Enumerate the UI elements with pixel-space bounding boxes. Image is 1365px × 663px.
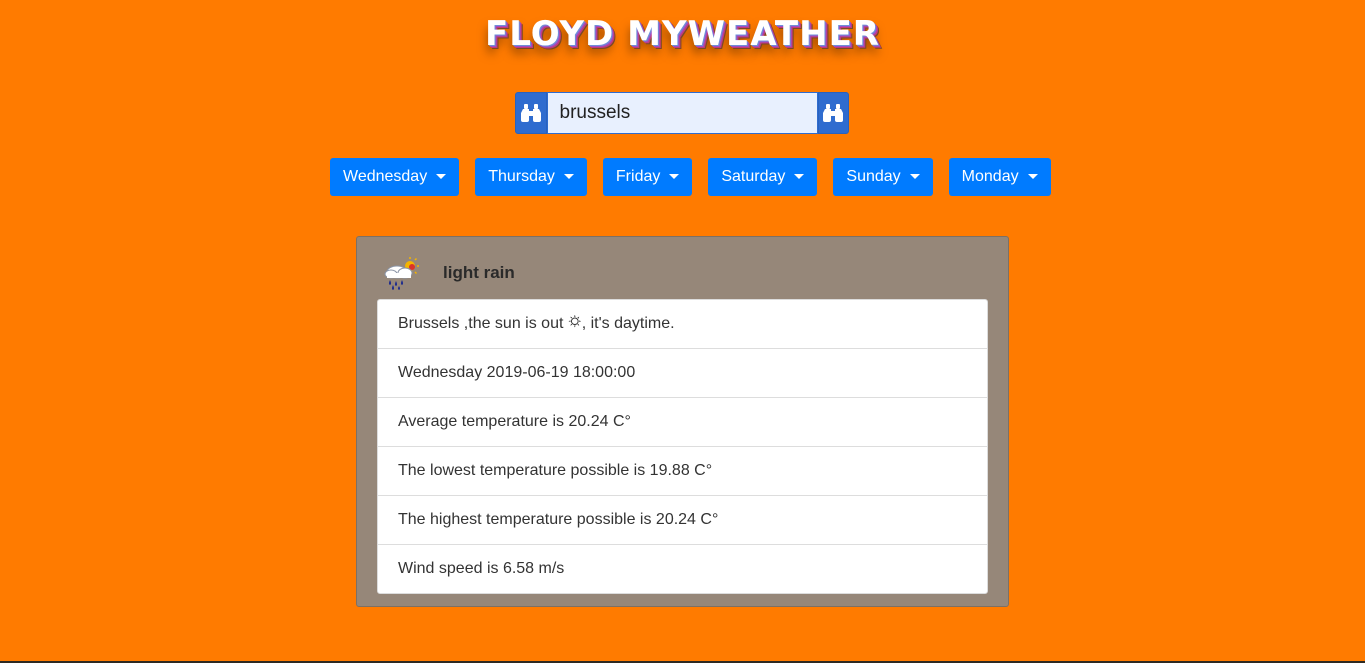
- day-dropdown-thursday[interactable]: Thursday: [475, 158, 587, 196]
- caret-down-icon: [436, 173, 447, 179]
- list-item-wind-speed: Wind speed is 6.58 m/s: [378, 545, 987, 593]
- sun-status-suffix: , it's daytime.: [581, 315, 675, 332]
- day-dropdown-monday[interactable]: Monday: [948, 158, 1051, 196]
- day-label: Saturday: [721, 168, 786, 185]
- list-item-average-temp: Average temperature is 20.24 C°: [378, 398, 987, 447]
- search-input[interactable]: [546, 92, 818, 134]
- search-button-right[interactable]: [817, 92, 849, 134]
- caret-down-icon: [669, 173, 680, 179]
- day-label: Friday: [615, 168, 661, 185]
- day-label: Sunday: [846, 168, 901, 185]
- caret-down-icon: [563, 173, 574, 179]
- wind-speed-text: Wind speed is 6.58 m/s: [398, 560, 565, 577]
- weather-card-header: light rain: [381, 255, 515, 291]
- caret-down-icon: [1027, 173, 1038, 179]
- day-label: Thursday: [488, 168, 555, 185]
- search-bar: [515, 92, 849, 134]
- list-item-lowest-temp: The lowest temperature possible is 19.88…: [378, 447, 987, 496]
- sun-status-text: Brussels ,the sun is out: [398, 315, 568, 332]
- day-dropdowns: Wednesday Thursday Friday Saturday Sunda…: [330, 158, 1051, 196]
- binoculars-icon: [823, 104, 844, 122]
- caret-down-icon: [909, 173, 920, 179]
- weather-description: light rain: [443, 263, 515, 282]
- list-item-datetime: Wednesday 2019-06-19 18:00:00: [378, 349, 987, 398]
- app-title: FLOYD MYWEATHER: [485, 14, 880, 54]
- weather-details-list: Brussels ,the sun is out 🌣 , it's daytim…: [377, 299, 988, 594]
- binoculars-icon: [520, 104, 541, 122]
- day-dropdown-friday[interactable]: Friday: [602, 158, 693, 196]
- weather-card: light rain Brussels ,the sun is out 🌣 , …: [356, 236, 1009, 607]
- average-temp-text: Average temperature is 20.24 C°: [398, 413, 631, 430]
- list-item-highest-temp: The highest temperature possible is 20.2…: [378, 496, 987, 545]
- list-item-sun-status: Brussels ,the sun is out 🌣 , it's daytim…: [378, 300, 987, 349]
- day-dropdown-wednesday[interactable]: Wednesday: [330, 158, 460, 196]
- datetime-text: Wednesday 2019-06-19 18:00:00: [398, 364, 636, 381]
- rain-cloud-sun-icon: [384, 257, 419, 290]
- day-dropdown-saturday[interactable]: Saturday: [708, 158, 818, 196]
- day-dropdown-sunday[interactable]: Sunday: [833, 158, 933, 196]
- highest-temp-text: The highest temperature possible is 20.2…: [398, 511, 719, 528]
- sun-icon: 🌣: [567, 311, 582, 331]
- day-label: Monday: [961, 168, 1019, 185]
- day-label: Wednesday: [343, 168, 428, 185]
- search-button-left[interactable]: [515, 92, 547, 134]
- lowest-temp-text: The lowest temperature possible is 19.88…: [398, 462, 713, 479]
- caret-down-icon: [794, 173, 805, 179]
